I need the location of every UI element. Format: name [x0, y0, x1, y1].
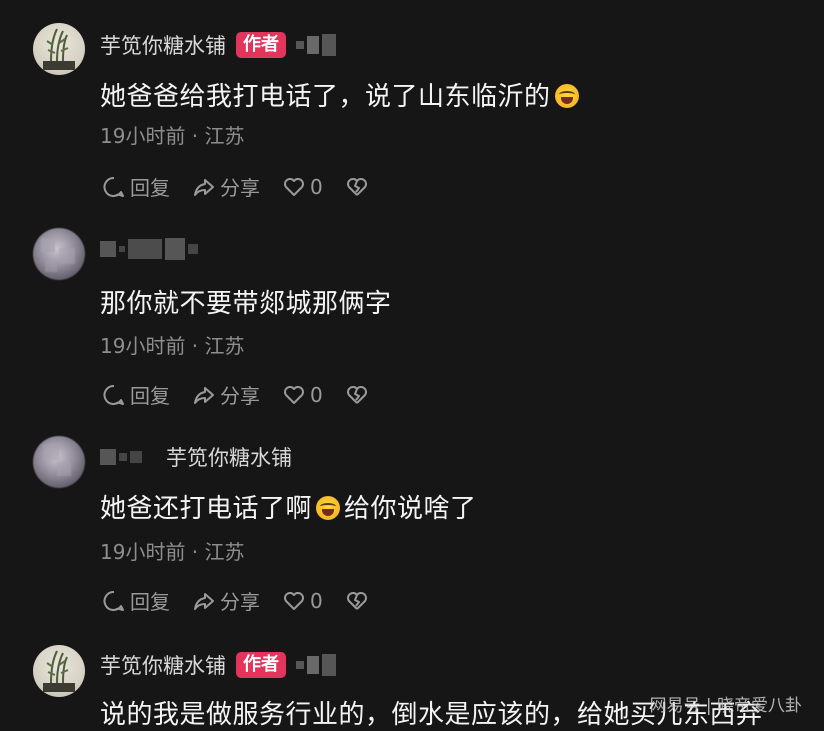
- share-arrow-icon: [194, 386, 214, 404]
- reply-label: 回复: [130, 384, 170, 408]
- avatar[interactable]: [33, 23, 85, 75]
- reply-label: 回复: [130, 176, 170, 200]
- dislike-button[interactable]: [345, 383, 369, 407]
- heart-icon: [284, 591, 304, 610]
- comment-text[interactable]: 她爸还打电话了啊 给你说啥了: [100, 488, 477, 525]
- blurred-author-name[interactable]: [100, 238, 198, 260]
- like-button[interactable]: 0: [282, 383, 323, 407]
- share-button[interactable]: 分享: [192, 380, 260, 409]
- comment-meta: 19小时前 · 江苏: [100, 334, 245, 358]
- author-badge: 作者: [236, 32, 286, 58]
- avatar[interactable]: [33, 436, 85, 488]
- share-arrow-icon: [194, 592, 214, 610]
- comment-text[interactable]: 她爸爸给我打电话了，说了山东临沂的: [100, 76, 583, 113]
- share-button[interactable]: 分享: [192, 172, 260, 201]
- comment-meta: 19小时前 · 江苏: [100, 124, 245, 148]
- blurred-mosaic: [296, 34, 336, 56]
- reply-to-name[interactable]: 芋笕你糖水铺: [166, 442, 292, 472]
- avatar[interactable]: [33, 228, 85, 280]
- share-arrow-icon: [194, 178, 214, 196]
- broken-heart-icon: [346, 591, 367, 610]
- share-label: 分享: [220, 176, 260, 200]
- like-count: 0: [310, 382, 323, 407]
- comment-text[interactable]: 那你就不要带郯城那俩字: [100, 283, 392, 320]
- comment-bubble-icon: [103, 384, 124, 405]
- author-row: [100, 234, 198, 264]
- comment-actions: 回复 分享 0: [102, 380, 369, 409]
- author-name[interactable]: 芋笕你糖水铺: [100, 30, 226, 60]
- share-label: 分享: [220, 590, 260, 614]
- comment-actions: 回复 分享 0: [102, 172, 369, 201]
- reply-label: 回复: [130, 590, 170, 614]
- author-row: 芋笕你糖水铺: [100, 442, 292, 472]
- avatar[interactable]: [33, 645, 85, 697]
- dislike-button[interactable]: [345, 589, 369, 613]
- broken-heart-icon: [346, 177, 367, 196]
- broken-heart-icon: [346, 385, 367, 404]
- comment-meta: 19小时前 · 江苏: [100, 540, 245, 564]
- reply-button[interactable]: 回复: [102, 172, 170, 201]
- like-count: 0: [310, 174, 323, 199]
- heart-icon: [284, 177, 304, 196]
- share-button[interactable]: 分享: [192, 586, 260, 615]
- crying-laughing-emoji: [316, 496, 341, 520]
- reply-button[interactable]: 回复: [102, 380, 170, 409]
- author-badge: 作者: [236, 652, 286, 678]
- reply-button[interactable]: 回复: [102, 586, 170, 615]
- comment-actions: 回复 分享 0: [102, 586, 369, 615]
- author-name[interactable]: 芋笕你糖水铺: [100, 650, 226, 680]
- like-count: 0: [310, 588, 323, 613]
- crying-laughing-emoji: [554, 84, 579, 108]
- plant-avatar-icon: [43, 650, 75, 692]
- author-row: 芋笕你糖水铺 作者: [100, 30, 336, 60]
- share-label: 分享: [220, 384, 260, 408]
- comment-bubble-icon: [103, 176, 124, 197]
- like-button[interactable]: 0: [282, 589, 323, 613]
- blurred-mosaic: [296, 654, 336, 676]
- like-button[interactable]: 0: [282, 175, 323, 199]
- author-row: 芋笕你糖水铺 作者: [100, 650, 336, 680]
- heart-icon: [284, 385, 304, 404]
- blurred-author-name[interactable]: [100, 449, 142, 465]
- dislike-button[interactable]: [345, 175, 369, 199]
- comment-bubble-icon: [103, 590, 124, 611]
- plant-avatar-icon: [43, 28, 75, 70]
- watermark: 网易号 | 晓帝爱八卦: [649, 696, 802, 716]
